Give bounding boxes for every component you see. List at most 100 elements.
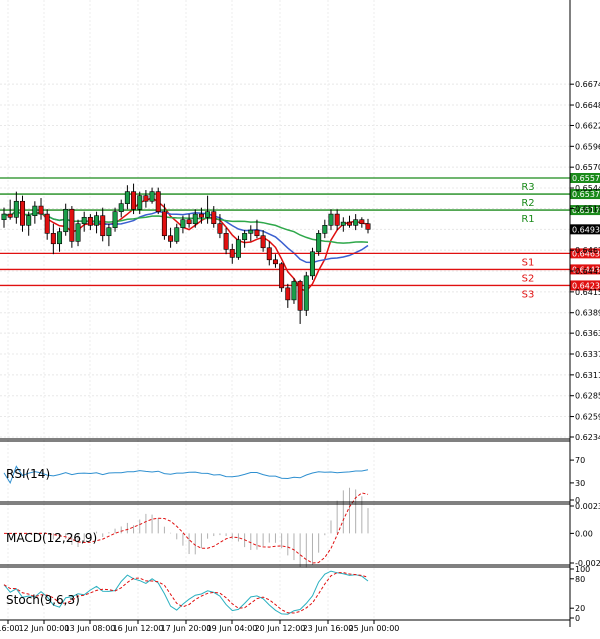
- candle-body: [229, 249, 235, 258]
- level-name-s1: S1: [522, 257, 535, 268]
- price-tick-label: 0.64670: [575, 246, 600, 255]
- candle-body: [340, 221, 346, 226]
- candle-body: [32, 205, 38, 216]
- candle-body: [192, 213, 198, 225]
- indicator-tick-label: 20: [575, 604, 585, 613]
- candle-body: [81, 216, 87, 225]
- indicator-tick-label: 80: [575, 575, 585, 584]
- candle: [309, 247, 315, 280]
- candle-body: [346, 221, 352, 226]
- time-tick-label: 20 Jun 12:00: [255, 624, 306, 633]
- candle-body: [266, 247, 272, 261]
- candle-body: [328, 213, 334, 226]
- candle-body: [174, 227, 180, 242]
- price-tick-label: 0.62855: [575, 392, 600, 401]
- price-tick-label: 0.64410: [575, 267, 600, 276]
- price-tick-label: 0.63115: [575, 371, 600, 380]
- candle-body: [254, 229, 260, 237]
- candle-body: [260, 235, 266, 249]
- candle-body: [69, 208, 75, 242]
- price-tick-label: 0.62595: [575, 413, 600, 422]
- price-tick-label: 0.62340: [575, 433, 600, 442]
- candle-body: [217, 223, 223, 234]
- level-name-r1: R1: [521, 214, 534, 225]
- candle-body: [50, 233, 56, 245]
- candle-body: [309, 251, 315, 277]
- candle-body: [291, 281, 297, 301]
- level-price-label: 0.65570: [572, 174, 600, 183]
- price-tick-label: 0.64150: [575, 288, 600, 297]
- candle-body: [242, 233, 248, 241]
- price-tick-label: 0.66480: [575, 101, 600, 110]
- candle-body: [100, 215, 106, 237]
- candle-body: [303, 275, 309, 311]
- candle: [155, 187, 161, 215]
- candle-body: [1, 213, 7, 220]
- price-tick-label: 0.63635: [575, 329, 600, 338]
- indicator-tick-label: 100: [575, 565, 590, 574]
- level-name-s2: S2: [522, 273, 535, 284]
- candle-body: [87, 216, 93, 226]
- time-tick-label: 16 Jun 12:00: [113, 624, 164, 633]
- indicator-tick-label: 0.00231: [575, 502, 600, 511]
- candle-body: [186, 219, 192, 225]
- candle: [279, 262, 285, 292]
- stoch-title: Stoch(9,6,3): [6, 593, 80, 607]
- candle-body: [322, 225, 328, 234]
- candle-body: [131, 191, 137, 210]
- candle-body: [272, 259, 278, 265]
- current-price-label: 0.64930: [572, 225, 600, 234]
- candle-body: [118, 203, 124, 212]
- candle-body: [223, 233, 229, 250]
- candle-body: [353, 219, 359, 226]
- candle-body: [13, 200, 19, 218]
- candle-body: [38, 205, 44, 215]
- candle-body: [44, 213, 50, 234]
- candle: [69, 206, 75, 248]
- price-tick-label: 0.63375: [575, 350, 600, 359]
- price-tick-label: 0.66225: [575, 121, 600, 130]
- trading-chart: 70300 0.002310.00-0.00250 10080200 R30.6…: [0, 0, 600, 635]
- candle-body: [359, 219, 365, 225]
- candle: [291, 278, 297, 304]
- indicator-tick-label: 70: [575, 456, 585, 465]
- price-tick-label: 0.63890: [575, 309, 600, 318]
- macd-title: MACD(12,26,9): [6, 531, 97, 545]
- candle-body: [57, 231, 63, 245]
- price-tick-label: 0.65445: [575, 184, 600, 193]
- indicator-tick-label: 0.00: [575, 529, 593, 538]
- candle-body: [211, 211, 217, 225]
- price-tick-label: 0.66740: [575, 80, 600, 89]
- candle: [316, 230, 322, 256]
- candle-body: [149, 191, 155, 202]
- candle-body: [20, 200, 26, 226]
- level-name-r2: R2: [521, 198, 534, 209]
- time-tick-label: 19 Jun 04:00: [207, 624, 258, 633]
- candle-body: [180, 219, 186, 229]
- candle-body: [198, 213, 204, 218]
- candle-body: [235, 239, 241, 258]
- time-tick-label: 16:00: [0, 624, 20, 633]
- candle-body: [63, 208, 69, 233]
- candle-body: [137, 195, 143, 210]
- candle-body: [334, 213, 340, 226]
- level-name-r3: R3: [521, 182, 534, 193]
- price-tick-label: 0.65705: [575, 163, 600, 172]
- candle-body: [205, 211, 211, 218]
- candle-body: [248, 229, 254, 234]
- candle-body: [316, 233, 322, 253]
- candle-body: [112, 211, 118, 229]
- price-tick-label: 0.65190: [575, 204, 600, 213]
- time-tick-label: 12 Jun 00:00: [19, 624, 70, 633]
- candle-body: [26, 215, 32, 226]
- indicator-tick-label: 0: [575, 614, 580, 623]
- time-tick-label: 23 Jun 16:00: [303, 624, 354, 633]
- candle-body: [155, 191, 161, 212]
- candle-body: [168, 235, 174, 242]
- candle-body: [124, 191, 130, 204]
- candle-body: [285, 287, 291, 301]
- time-tick-label: 25 Jun 00:00: [349, 624, 400, 633]
- indicator-tick-label: 30: [575, 479, 585, 488]
- candle-body: [75, 223, 81, 242]
- candle: [303, 271, 309, 316]
